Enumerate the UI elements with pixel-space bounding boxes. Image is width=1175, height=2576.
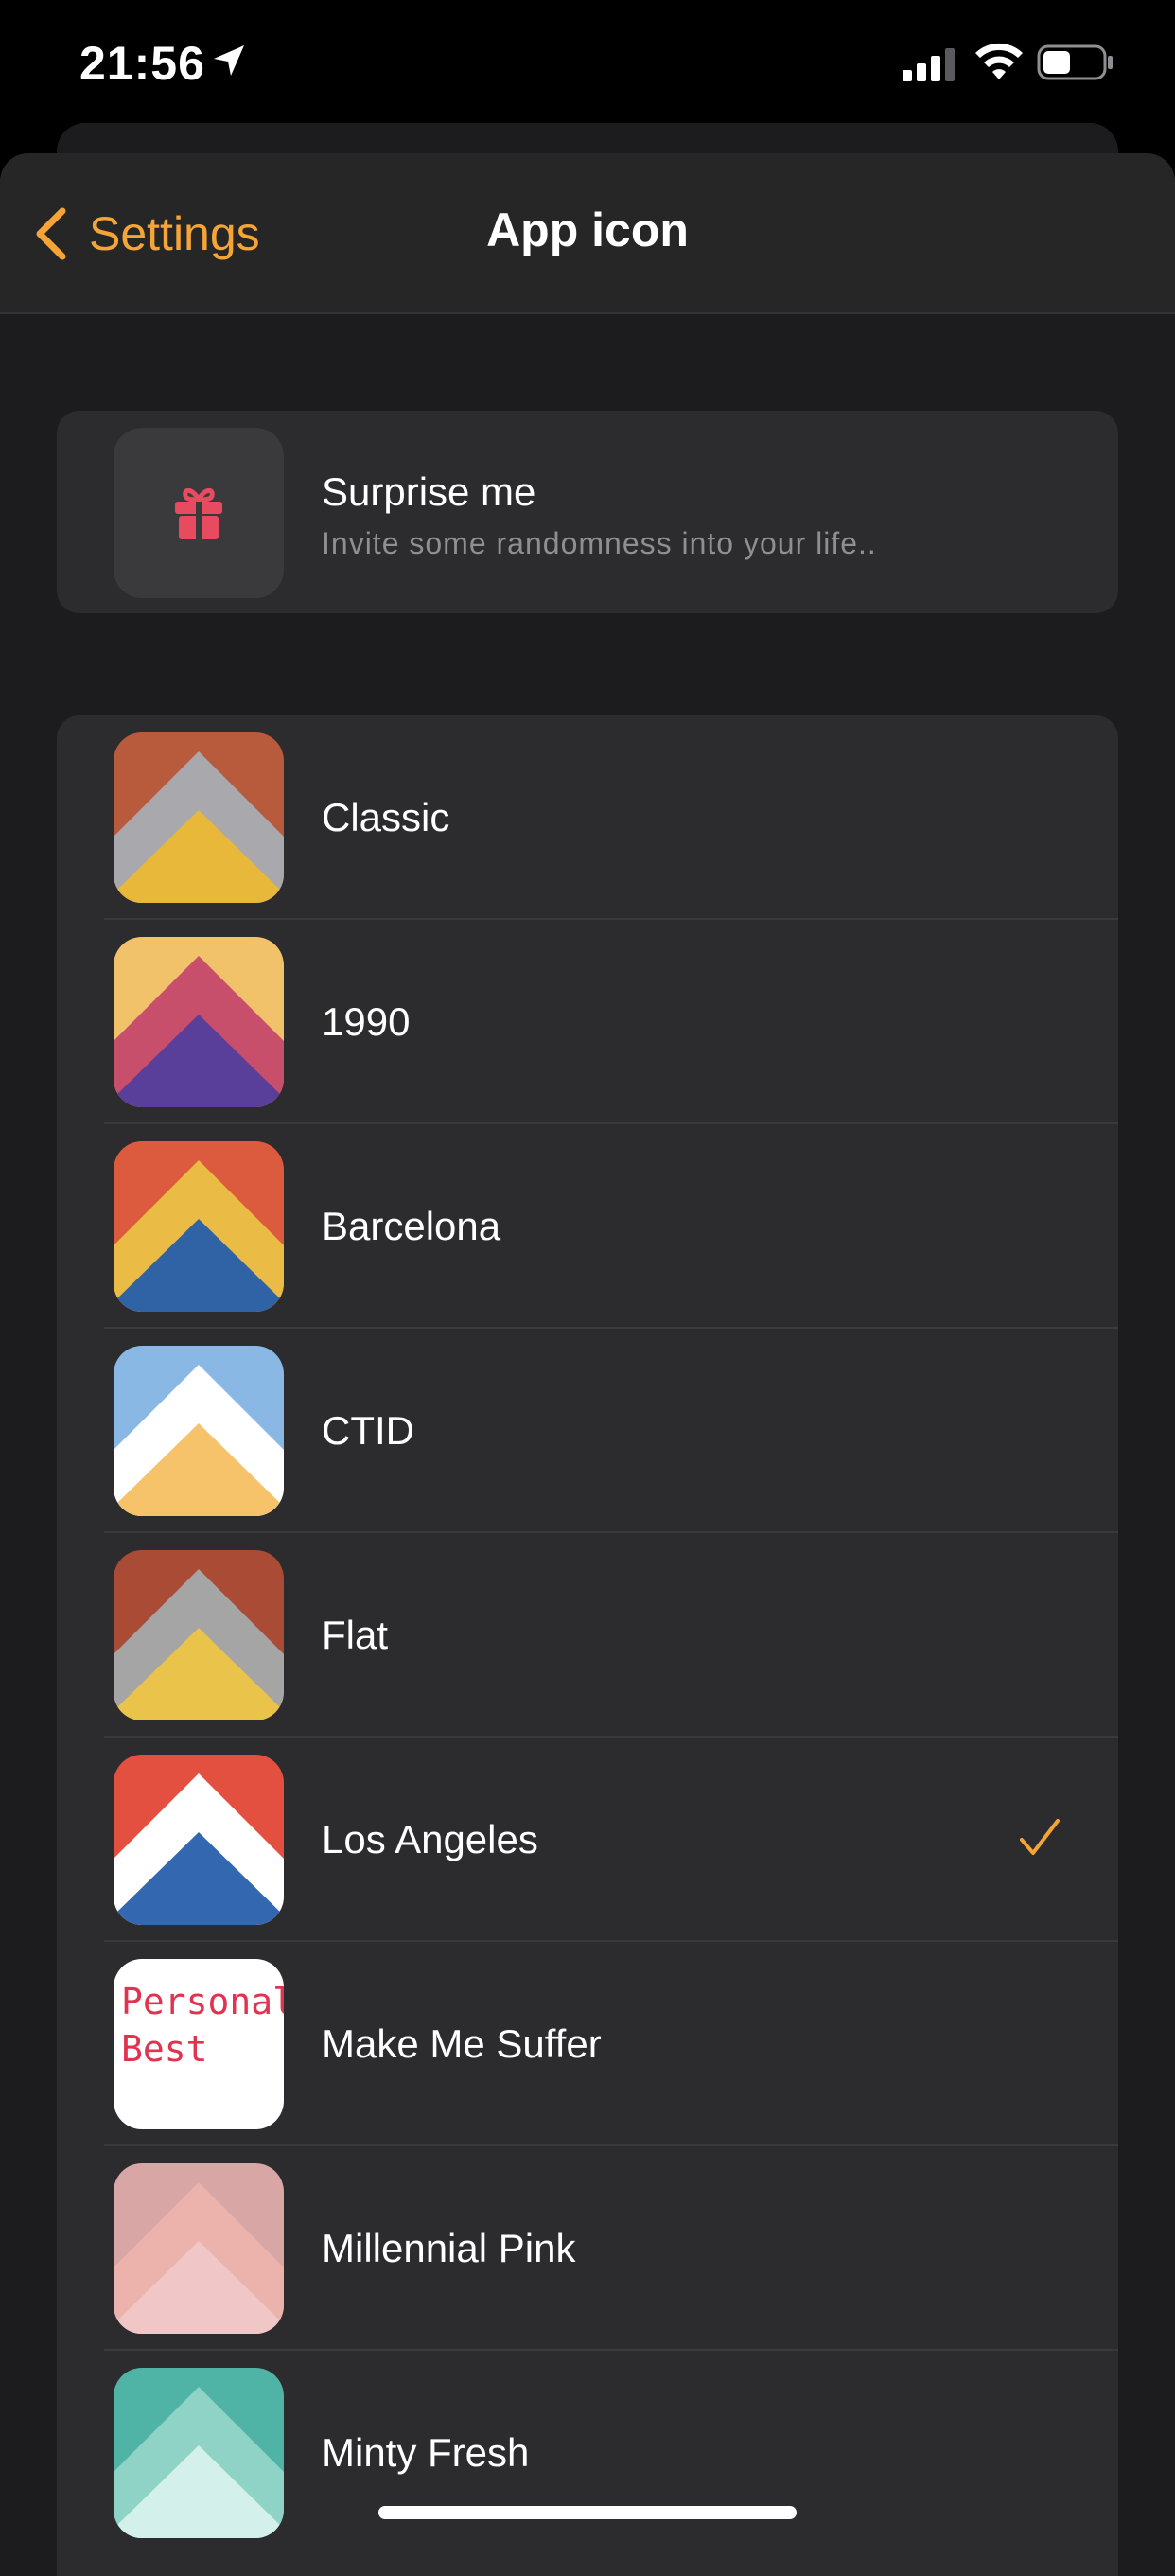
app-icon-row[interactable]: Millennial Pink: [57, 2146, 1118, 2351]
app-icon-label: Classic: [322, 795, 450, 839]
battery-icon: [1037, 44, 1113, 80]
app-icon-list: Classic 1990 Barcelona CTID Flat Los Angeles P…: [57, 715, 1118, 2576]
app-icon-label: Barcelona: [322, 1204, 501, 1248]
app-icon-label: 1990: [322, 999, 411, 1044]
app-icon-row[interactable]: Flat: [57, 1533, 1118, 1738]
thumbnail-text: Best: [121, 2028, 208, 2070]
app-icon-row[interactable]: Classic: [57, 715, 1118, 920]
surprise-me-thumbnail: [114, 428, 284, 598]
app-icon-thumbnail: [114, 937, 284, 1107]
navigation-bar: Settings App icon: [0, 153, 1175, 314]
wifi-icon: [975, 43, 1023, 79]
app-icon-thumbnail: [114, 1141, 284, 1312]
app-icon-label: Minty Fresh: [322, 2430, 530, 2475]
app-icon-label: CTID: [322, 1408, 414, 1453]
app-icon-row[interactable]: 1990: [57, 920, 1118, 1124]
cellular-signal-icon: [903, 48, 955, 81]
page-title: App icon: [486, 203, 689, 256]
app-icon-row[interactable]: Barcelona: [57, 1124, 1118, 1329]
status-time: 21:56: [79, 37, 205, 90]
app-icon-row[interactable]: Personal Best Make Me Suffer: [57, 1942, 1118, 2146]
app-icon-thumbnail: Personal Best: [114, 1959, 284, 2129]
surprise-me-subtitle: Invite some randomness into your life..: [322, 526, 877, 560]
gift-icon: [175, 488, 222, 539]
surprise-me-row[interactable]: Surprise me Invite some randomness into …: [57, 411, 1118, 613]
app-icon-sheet: Settings App icon Surprise me Invite som…: [0, 153, 1175, 2576]
app-icon-thumbnail: [114, 2368, 284, 2538]
app-icon-label: Los Angeles: [322, 1817, 538, 1861]
home-indicator[interactable]: [378, 2506, 797, 2519]
app-icon-thumbnail: [114, 1550, 284, 1720]
app-icon-row[interactable]: CTID: [57, 1329, 1118, 1533]
app-icon-thumbnail: [114, 1755, 284, 1925]
app-icon-label: Make Me Suffer: [322, 2021, 602, 2066]
surprise-me-title: Surprise me: [322, 469, 536, 514]
app-icon-thumbnail: [114, 2163, 284, 2334]
app-icon-label: Millennial Pink: [322, 2226, 576, 2270]
checkmark-icon: [1020, 1819, 1060, 1855]
app-icon-thumbnail: [114, 1346, 284, 1516]
surprise-me-group: Surprise me Invite some randomness into …: [57, 411, 1118, 613]
status-bar: 21:56: [0, 0, 1175, 132]
app-icon-row[interactable]: Minty Fresh: [57, 2351, 1118, 2555]
thumbnail-text: Personal: [121, 1981, 284, 2022]
app-icon-row[interactable]: Los Angeles: [57, 1738, 1118, 1942]
location-arrow-icon: [214, 45, 244, 76]
app-icon-label: Flat: [322, 1613, 389, 1657]
app-icon-thumbnail: [114, 732, 284, 903]
